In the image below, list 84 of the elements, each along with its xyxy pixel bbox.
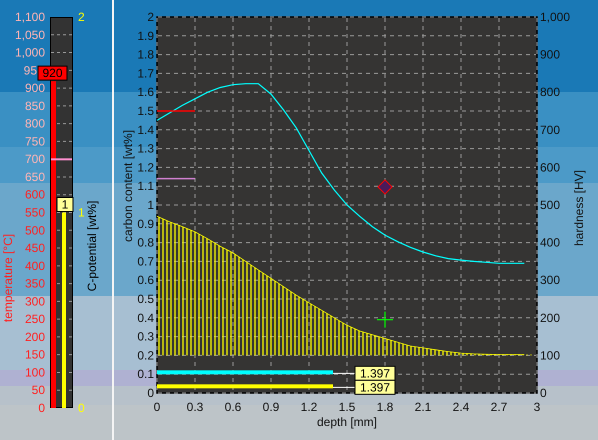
axis-tick-label: 400 (540, 236, 560, 250)
axis-tick-label: 0.7 (137, 254, 154, 268)
axis-tick-label: 1.7 (137, 66, 154, 80)
value-label: 1.397 (354, 366, 396, 381)
axis-tick-label: 500 (24, 223, 45, 238)
axis-tick-label: 300 (540, 273, 560, 288)
axis-tick-label: 900 (24, 81, 45, 96)
axis-tick-label: 1,100 (14, 10, 45, 24)
axis-tick-label: 95 (24, 63, 37, 78)
axis-tick-label: 0 (38, 401, 45, 415)
axis-tick-label: 100 (24, 365, 45, 380)
axis-tick-label: 250 (24, 312, 45, 326)
axis-tick-label: 1.3 (137, 142, 154, 156)
axis-tick-label: 0.6 (137, 273, 154, 288)
diamond-marker (377, 179, 393, 195)
axis-title: hardness [HV] (572, 170, 586, 246)
axis-title: carbon content [wt%] (121, 130, 135, 242)
reference-line (157, 178, 195, 180)
axis-tick-label: 1 (78, 206, 85, 220)
axis-tick-label: 850 (24, 98, 45, 113)
axis-tick-label: 0 (147, 386, 154, 400)
leader-line (332, 372, 356, 374)
axis-tick-label: 700 (24, 152, 45, 166)
axis-tick-label: 1,000 (14, 46, 45, 60)
axis-tick-label: 800 (540, 85, 560, 100)
leader-line (332, 386, 356, 388)
axis-tick-label: 1.2 (137, 160, 154, 174)
axis-tick-label: 1.4 (137, 122, 154, 137)
axis-tick-label: 200 (24, 330, 45, 344)
c-potential-badge: 1 (56, 197, 74, 212)
axis-tick-label: 350 (24, 276, 45, 291)
axis-tick-label: 200 (540, 310, 560, 325)
axis-tick-label: 0.2 (137, 348, 154, 362)
axis-tick-label: 0 (154, 400, 160, 414)
axis-title: C-potential [wt%] (85, 200, 99, 292)
axis-title: temperature [°C] (1, 234, 15, 322)
axis-tick-label: 1.5 (338, 400, 356, 414)
axis-tick-label: 1,050 (14, 28, 45, 42)
axis-tick-label: 1 (147, 198, 154, 212)
axis-tick-label: 2.7 (490, 400, 508, 414)
axis-tick-label: 1.9 (137, 28, 154, 43)
axis-tick-label: 900 (540, 48, 560, 62)
axis-tick-label: 0.9 (262, 400, 280, 414)
axis-tick-label: 2 (147, 10, 154, 24)
axis-tick-label: 500 (540, 198, 560, 212)
axis-tick-label: 550 (24, 206, 45, 220)
axis-tick-label: 0.3 (137, 330, 154, 344)
axis-tick-label: 1.8 (376, 400, 394, 414)
axis-tick-label: 600 (540, 160, 560, 174)
axis-tick-label: 0.6 (224, 400, 242, 414)
axis-tick-label: 800 (24, 116, 45, 131)
temperature-badge: 920 (38, 66, 68, 81)
axis-tick-label: 0.9 (137, 216, 154, 231)
axis-tick-label: 150 (24, 348, 45, 362)
axis-tick-label: 100 (540, 348, 560, 362)
reference-line (157, 110, 195, 112)
axis-tick-label: 0.4 (137, 310, 154, 325)
axis-tick-label: 0 (78, 401, 85, 415)
axis-tick-label: 1.5 (137, 104, 154, 118)
axis-tick-label: 750 (24, 134, 45, 148)
axis-tick-label: 50 (32, 383, 45, 398)
axis-tick-label: 1.2 (300, 400, 318, 414)
axis-tick-label: 1.1 (137, 179, 154, 194)
axis-tick-label: 3 (534, 400, 540, 414)
axis-tick-label: 1.6 (137, 85, 154, 100)
axis-tick-label: 0.5 (137, 292, 154, 306)
value-label: 1.397 (354, 380, 396, 395)
axis-title: depth [mm] (316, 415, 378, 429)
axis-tick-label: 0.8 (137, 236, 154, 250)
axis-tick-label: 700 (540, 122, 560, 137)
axis-tick-label: 2.1 (414, 400, 432, 414)
axis-tick-label: 600 (24, 188, 45, 202)
axis-tick-label: 0 (540, 386, 547, 400)
axis-tick-label: 650 (24, 170, 45, 184)
axis-tick-label: 300 (24, 294, 45, 308)
axis-tick-label: 0.3 (186, 400, 204, 414)
axis-tick-label: 1,000 (540, 10, 570, 24)
axis-tick-label: 2 (78, 10, 85, 24)
axis-tick-label: 450 (24, 241, 45, 256)
cross-marker (376, 311, 394, 328)
axis-tick-label: 2.4 (452, 400, 470, 414)
axis-tick-label: 1.8 (137, 48, 154, 62)
axis-tick-label: 0.1 (137, 367, 154, 382)
axis-tick-label: 400 (24, 258, 45, 273)
